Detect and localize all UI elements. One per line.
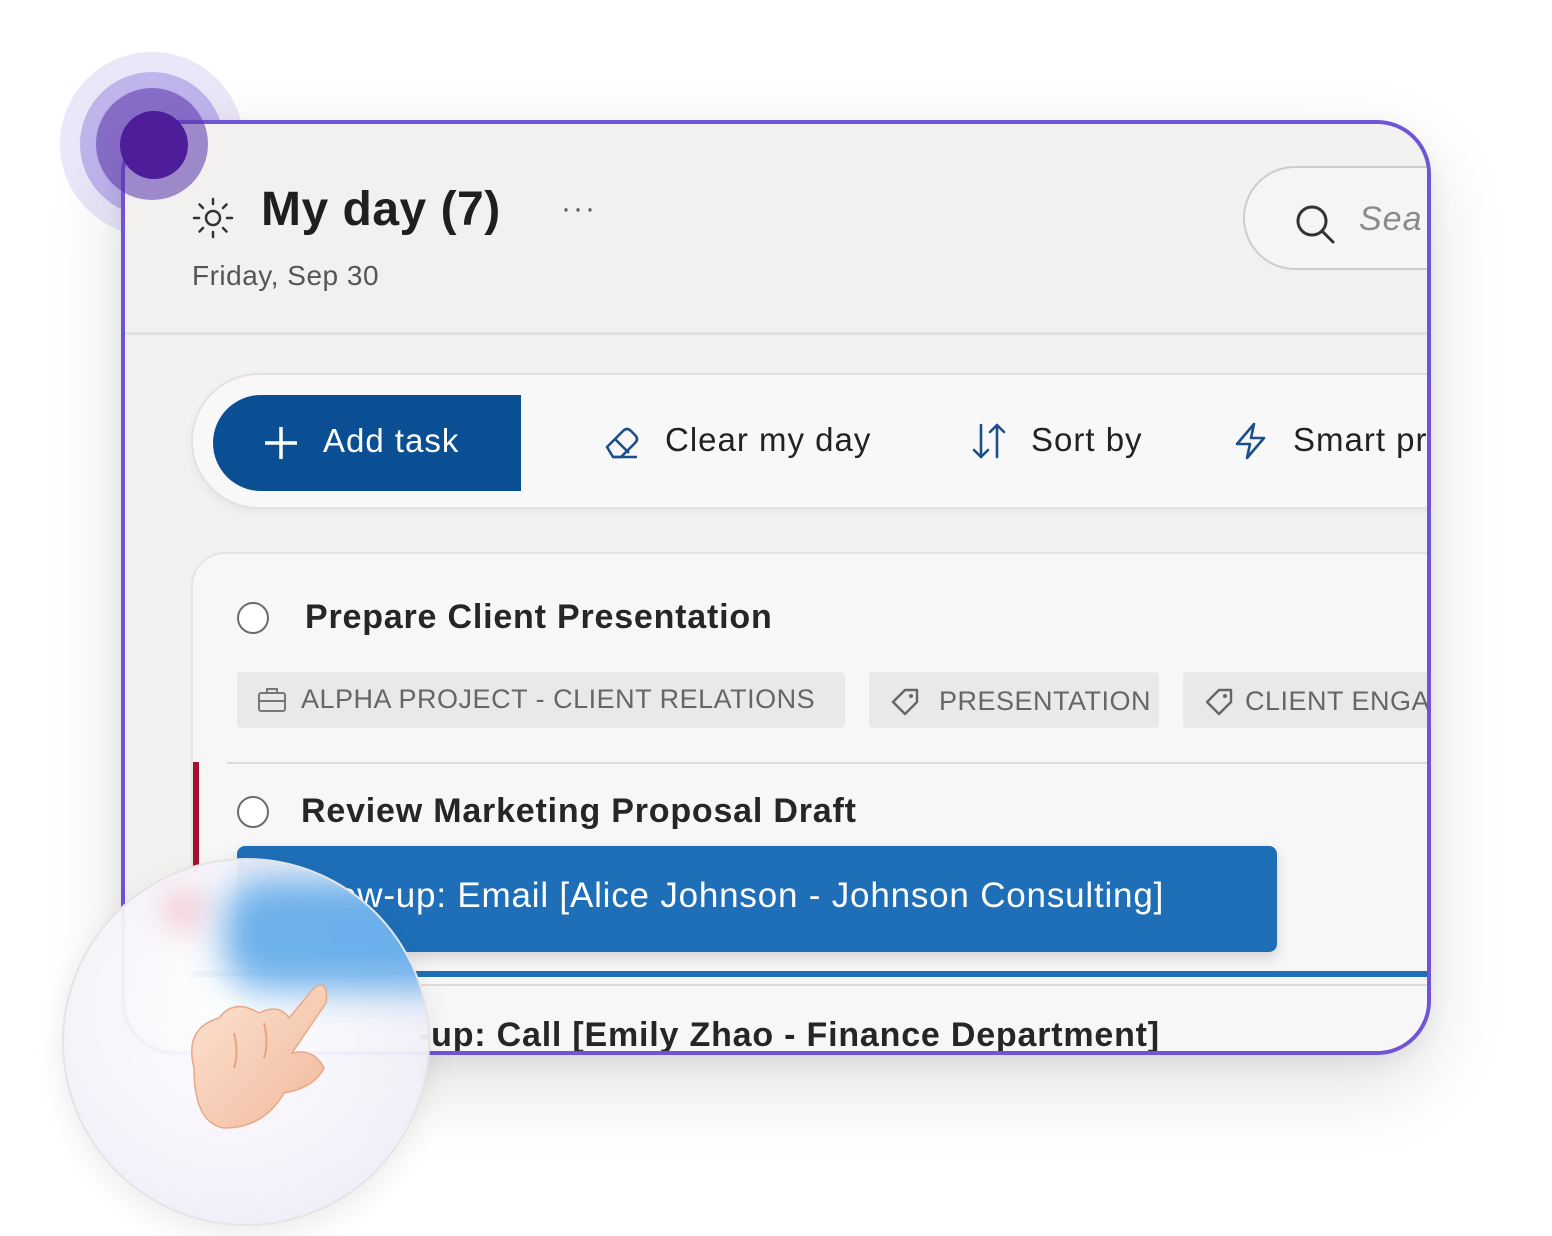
tag-icon: [891, 688, 919, 716]
eraser-icon: [605, 427, 639, 459]
page-date: Friday, Sep 30: [192, 260, 380, 291]
task-title[interactable]: -up: Call [Emily Zhao - Finance Departme…: [419, 1016, 1160, 1051]
briefcase-icon: [258, 688, 286, 712]
clear-my-day-label: Clear my day: [665, 421, 872, 458]
sort-by-label: Sort by: [1031, 421, 1143, 458]
more-icon[interactable]: ···: [561, 192, 597, 226]
toolbar: Add task Clear my day Sort by Smart pr: [191, 373, 1428, 509]
project-chip-label: ALPHA PROJECT - CLIENT RELATIONS: [301, 684, 816, 714]
header: My day (7) ··· Friday, Sep 30 Sea: [125, 124, 1427, 336]
smart-label: Smart pr: [1293, 421, 1428, 458]
task-checkbox[interactable]: [237, 796, 269, 828]
tag-chip[interactable]: PRESENTATION: [869, 672, 1159, 728]
lens-blur-red: [164, 890, 204, 930]
sort-icon: [972, 423, 1006, 459]
tag-icon: [1205, 688, 1233, 716]
hand-pointer-icon: [191, 984, 328, 1129]
tag-chip-label: PRESENTATION: [939, 686, 1152, 716]
search-icon: [1296, 205, 1335, 244]
priority-indicator: [193, 762, 199, 872]
row-divider: [227, 762, 1427, 764]
tag-chip-label: CLIENT ENGAG: [1245, 686, 1431, 716]
dragged-task-label: ow-up: Email [Alice Johnson - Johnson Co…: [337, 876, 1165, 915]
project-chip[interactable]: ALPHA PROJECT - CLIENT RELATIONS: [237, 672, 845, 728]
touch-lens: [62, 858, 430, 1226]
sun-icon: [192, 197, 234, 239]
search-placeholder: Sea: [1359, 200, 1423, 238]
add-task-label: Add task: [323, 422, 460, 459]
touch-point: [120, 111, 188, 179]
task-title[interactable]: Prepare Client Presentation: [305, 598, 773, 637]
lens-blur-blue: [224, 880, 428, 990]
task-checkbox[interactable]: [237, 602, 269, 634]
header-divider: [125, 332, 1427, 335]
search-input[interactable]: Sea: [1243, 166, 1427, 270]
tag-chip[interactable]: CLIENT ENGAG: [1183, 672, 1431, 728]
page-title: My day (7): [261, 183, 501, 236]
plus-icon: [265, 427, 297, 459]
add-task-button[interactable]: Add task: [213, 395, 521, 491]
task-title[interactable]: Review Marketing Proposal Draft: [301, 792, 857, 831]
lightning-icon: [1235, 422, 1266, 460]
